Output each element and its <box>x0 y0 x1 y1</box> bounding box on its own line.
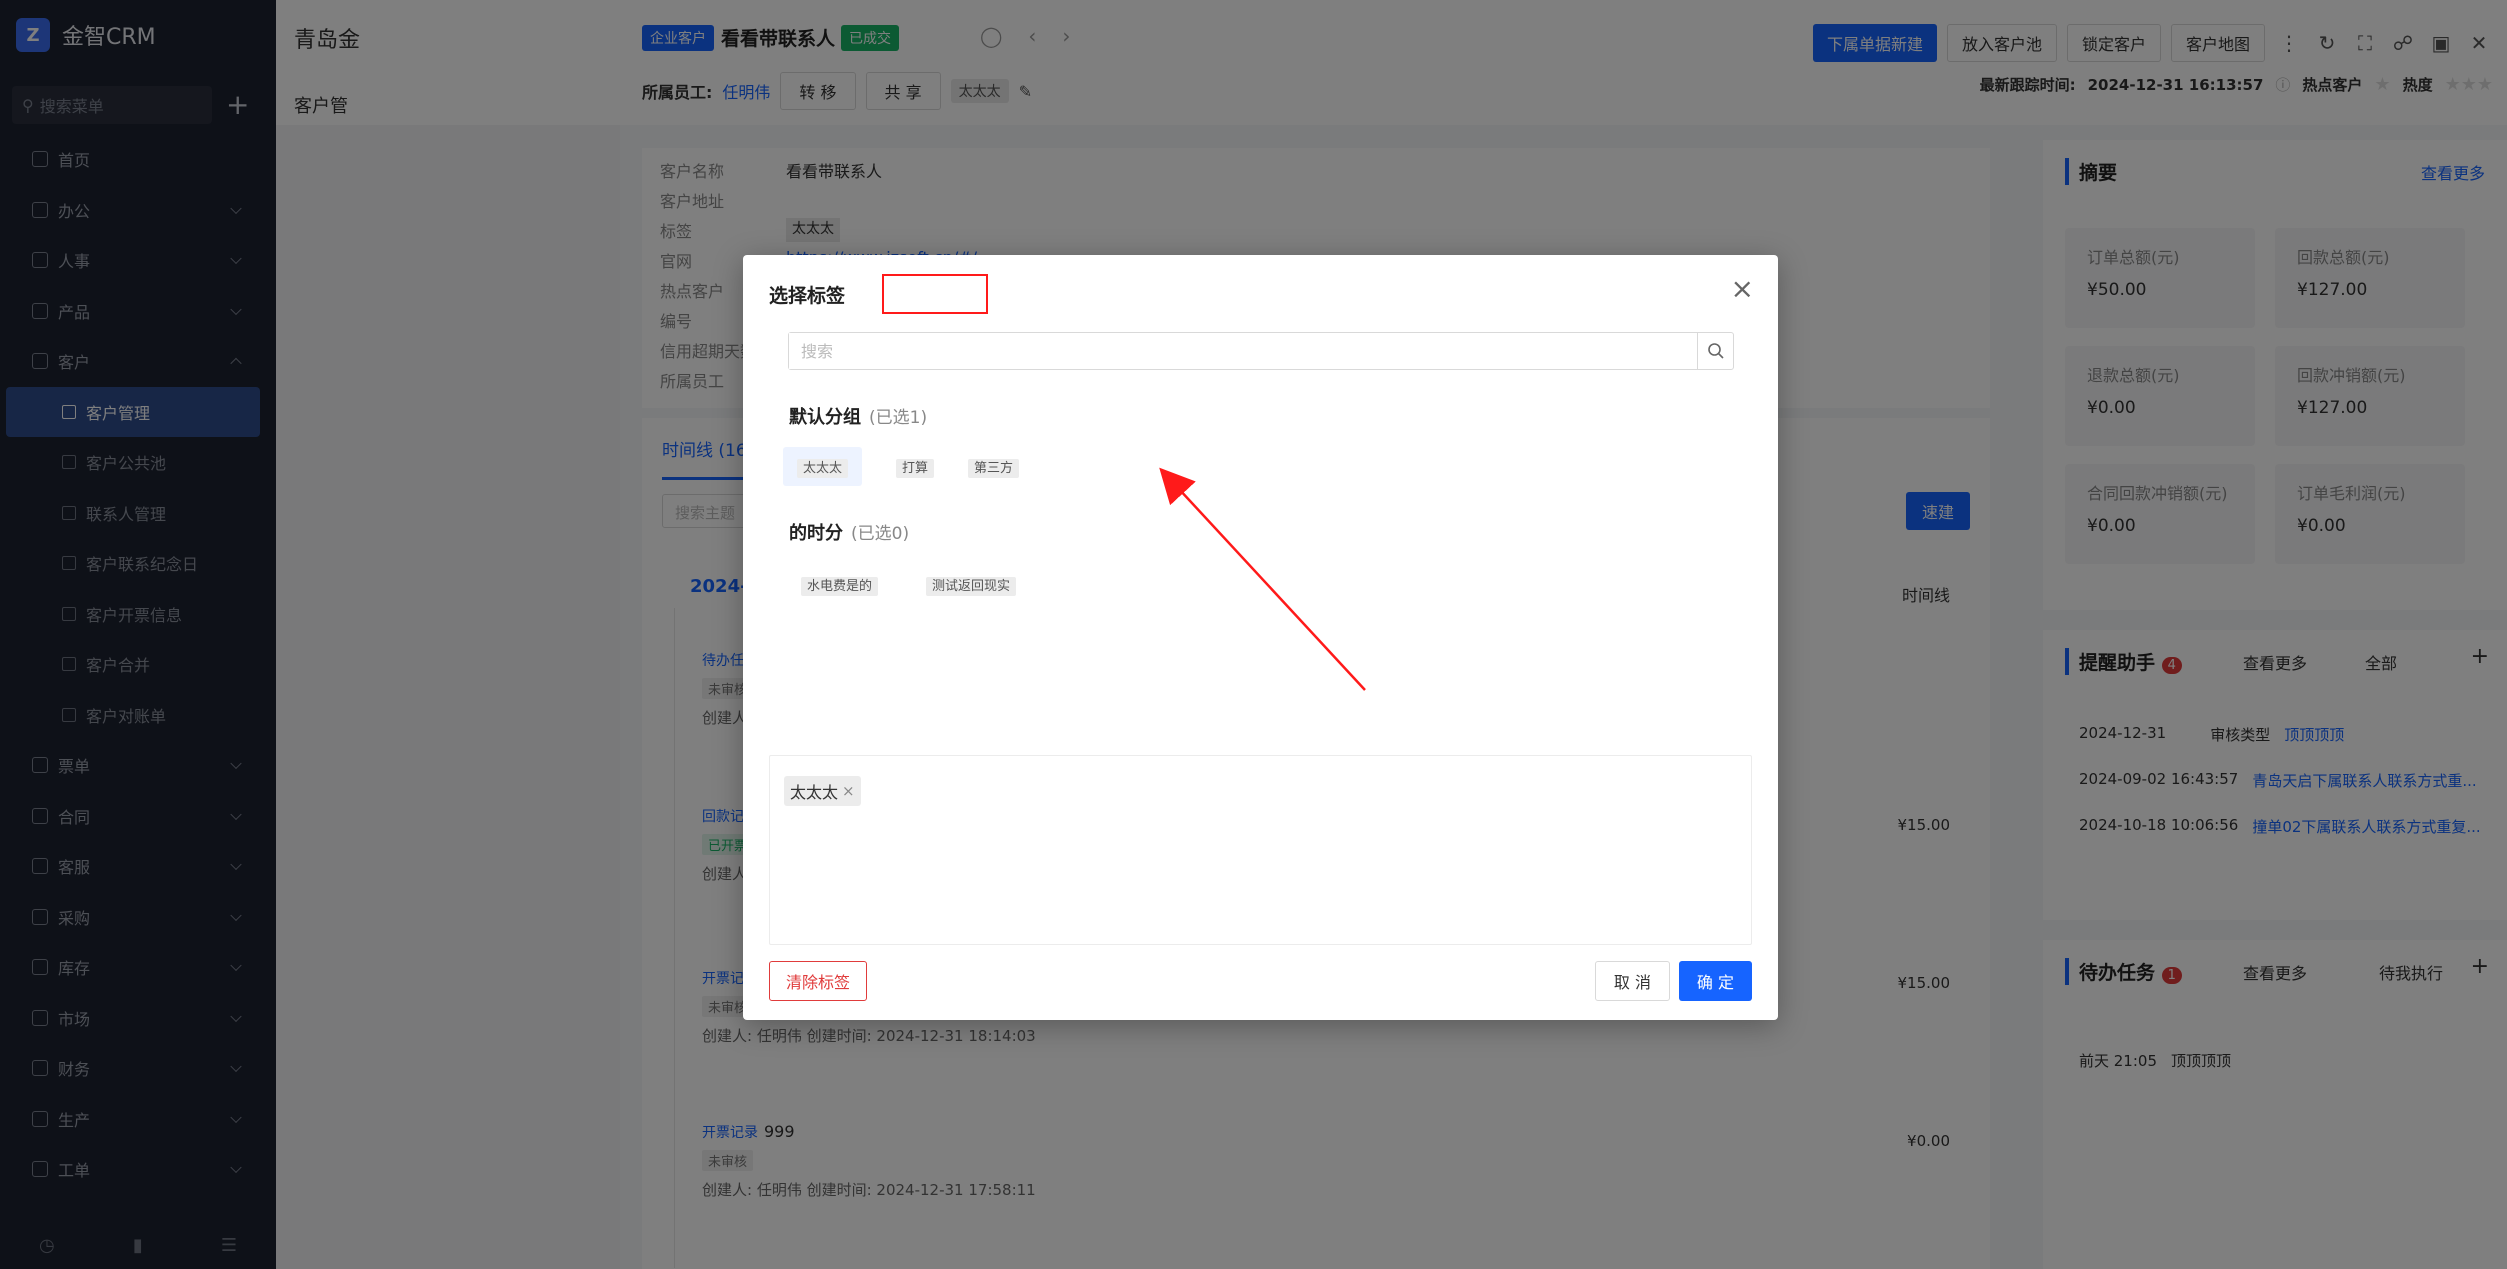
select-tag-dialog: 选择标签 × 默认分组 (已选1) 太太太 打算 第三方 的时分 (已选0) 水电费… <box>743 255 1778 1020</box>
search-icon[interactable] <box>1697 333 1733 369</box>
selected-tag-label: 太太太 <box>790 783 839 802</box>
group-count: (已选1) <box>869 408 928 428</box>
tag-options-second: 水电费是的 测试返回现实 <box>801 565 1017 604</box>
tag-option[interactable]: 测试返回现实 <box>926 565 1017 604</box>
tag-option[interactable]: 打算 <box>896 447 935 486</box>
group-count: (已选0) <box>851 524 910 544</box>
group-title-default: 默认分组 (已选1) <box>789 403 927 429</box>
close-icon[interactable]: × <box>1731 275 1754 303</box>
tag-search <box>788 332 1734 370</box>
remove-icon[interactable]: × <box>842 782 855 800</box>
tag-option[interactable]: 第三方 <box>968 447 1020 486</box>
group-name: 的时分 <box>789 523 843 544</box>
dialog-title: 选择标签 <box>769 285 846 307</box>
clear-tags-button[interactable]: 清除标签 <box>769 961 868 1001</box>
confirm-button[interactable]: 确 定 <box>1678 961 1752 1001</box>
tag-option[interactable]: 水电费是的 <box>801 565 879 604</box>
group-name: 默认分组 <box>789 407 861 428</box>
tag-option[interactable]: 太太太 <box>783 447 863 486</box>
cancel-button[interactable]: 取 消 <box>1594 961 1670 1001</box>
group-title-second: 的时分 (已选0) <box>789 519 909 545</box>
tag-options-default: 太太太 打算 第三方 <box>783 447 1020 486</box>
tag-search-input[interactable] <box>789 333 1697 369</box>
annotation-box <box>882 274 988 314</box>
selected-tag: 太太太 × <box>784 776 861 806</box>
selected-tags-area: 太太太 × <box>769 755 1752 945</box>
